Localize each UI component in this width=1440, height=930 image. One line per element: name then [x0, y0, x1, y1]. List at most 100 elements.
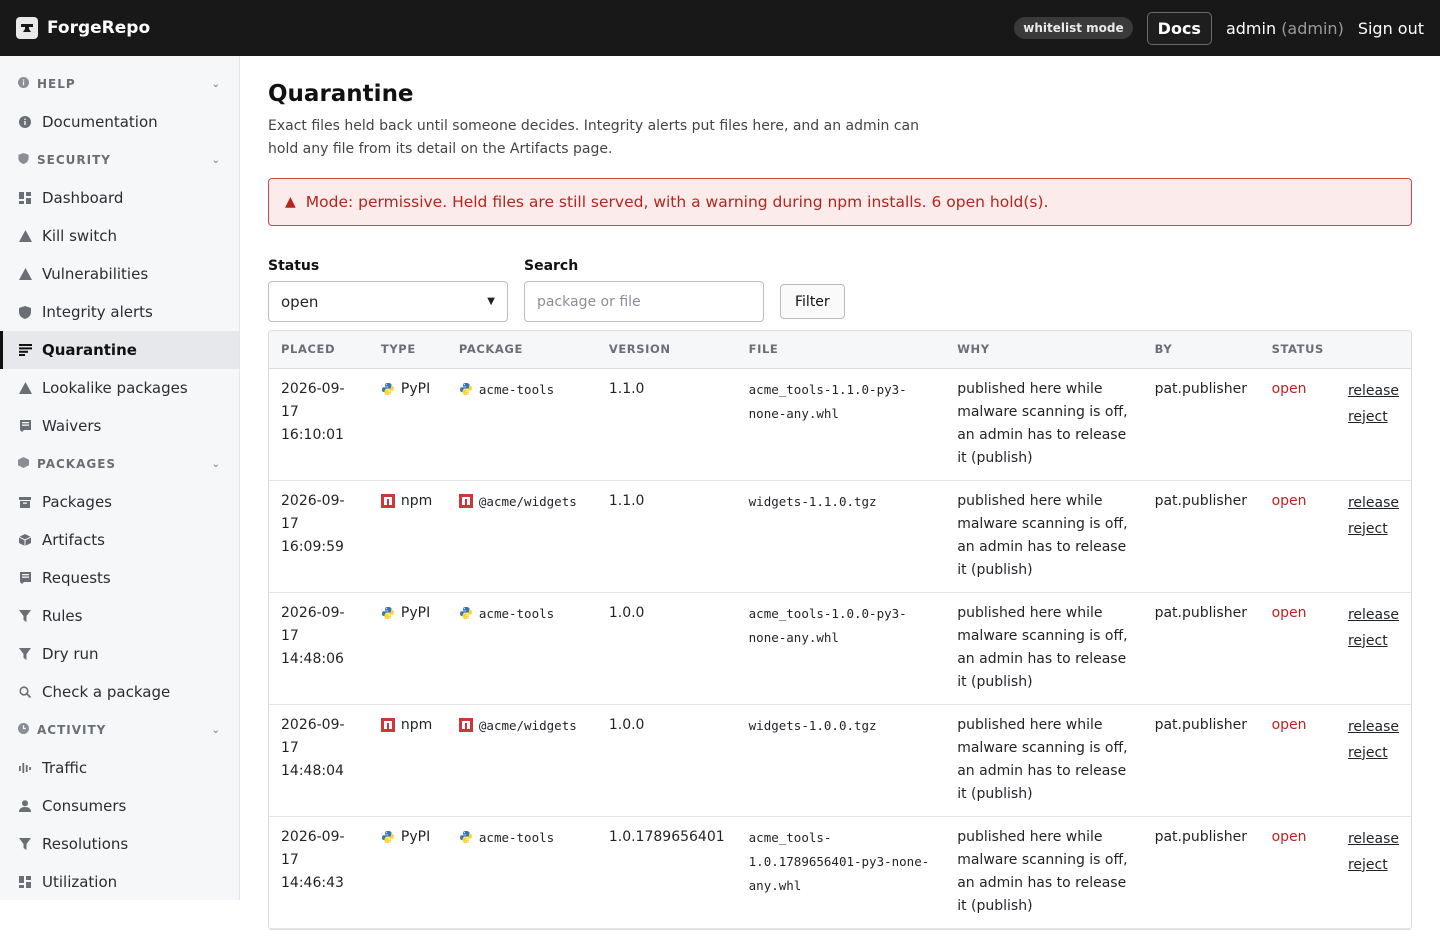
why-value: published here while malware scanning is…	[957, 492, 1128, 578]
reject-link[interactable]: reject	[1348, 852, 1399, 878]
release-link[interactable]: release	[1348, 602, 1399, 628]
sidebar-item-dry-run[interactable]: Dry run	[0, 635, 239, 673]
sidebar-item-check-a-package[interactable]: Check a package	[0, 673, 239, 711]
sidebar-item-documentation[interactable]: Documentation	[0, 103, 239, 141]
filter-button[interactable]: Filter	[780, 284, 845, 319]
clock-icon	[18, 723, 29, 737]
type-value: npm	[400, 716, 433, 733]
sidebar-item-integrity-alerts[interactable]: Integrity alerts	[0, 293, 239, 331]
reject-link[interactable]: reject	[1348, 404, 1399, 430]
package-value: acme-tools	[478, 381, 555, 397]
status-select[interactable]: open ▼	[268, 281, 508, 322]
why-value: published here while malware scanning is…	[957, 604, 1128, 690]
why-cell: published here while malware scanning is…	[945, 592, 1143, 705]
package-value: @acme/widgets	[478, 717, 577, 733]
page-title: Quarantine	[268, 81, 414, 107]
sidebar-item-lookalike-packages[interactable]: Lookalike packages	[0, 369, 239, 407]
chevron-down-icon: ⌄	[211, 154, 221, 166]
by-cell: pat.publisher	[1142, 592, 1260, 705]
user-name: admin	[1225, 18, 1277, 38]
sidebar-item-label: Check a package	[42, 683, 171, 701]
box-icon	[18, 457, 29, 471]
docs-button[interactable]: Docs	[1146, 11, 1212, 45]
column-header-status: STATUS	[1259, 331, 1336, 369]
sidebar-section-security[interactable]: SECURITY ⌄	[0, 141, 239, 179]
placed-cell: 2026-09-17 16:10:01	[269, 368, 369, 481]
sidebar-section-title: ACTIVITY	[37, 723, 107, 737]
reject-link[interactable]: reject	[1348, 516, 1399, 542]
top-bar: ForgeRepo whitelist mode Docs admin (adm…	[0, 0, 1440, 56]
sidebar-section-activity[interactable]: ACTIVITY ⌄	[0, 711, 239, 749]
column-header-actions	[1335, 331, 1411, 369]
release-link[interactable]: release	[1348, 378, 1399, 404]
sidebar-item-quarantine[interactable]: Quarantine	[0, 331, 239, 369]
sidebar-section-packages[interactable]: PACKAGES ⌄	[0, 445, 239, 483]
sidebar: HELP ⌄ Documentation SECURITY ⌄ Dashboard Kill…	[0, 56, 240, 900]
status-badge: open	[1271, 492, 1307, 509]
why-cell: published here while malware scanning is…	[945, 480, 1143, 593]
type-cell: PyPI	[368, 816, 447, 929]
sidebar-item-dashboard[interactable]: Dashboard	[0, 179, 239, 217]
why-value: published here while malware scanning is…	[957, 380, 1128, 466]
placed-cell: 2026-09-17 14:48:04	[269, 704, 369, 817]
pypi-icon	[459, 378, 473, 404]
file-value: widgets-1.0.0.tgz	[748, 717, 877, 733]
sidebar-item-vulnerabilities[interactable]: Vulnerabilities	[0, 255, 239, 293]
funnel-icon	[18, 648, 32, 660]
sidebar-item-traffic[interactable]: Traffic	[0, 749, 239, 787]
file-cell: acme_tools-1.1.0-py3-none-any.whl	[736, 368, 946, 481]
sidebar-item-label: Waivers	[42, 417, 102, 435]
chevron-down-icon: ⌄	[211, 78, 221, 90]
sidebar-item-label: Consumers	[42, 797, 127, 815]
version-cell: 1.0.0	[596, 704, 737, 817]
placed-value: 2026-09-17 14:48:04	[281, 716, 345, 779]
table-header-row: PLACED TYPE PACKAGE VERSION FILE WHY BY STATUS	[269, 331, 1411, 369]
type-value: PyPI	[400, 828, 431, 845]
document-icon	[18, 572, 32, 584]
package-cell: acme-tools	[446, 592, 597, 705]
sidebar-item-packages[interactable]: Packages	[0, 483, 239, 521]
release-link[interactable]: release	[1348, 714, 1399, 740]
sidebar-item-kill-switch[interactable]: Kill switch	[0, 217, 239, 255]
main-content: Quarantine Exact files held back until s…	[268, 56, 1412, 930]
anvil-logo-icon	[16, 17, 38, 39]
sign-out-link[interactable]: Sign out	[1358, 19, 1424, 38]
sidebar-item-requests[interactable]: Requests	[0, 559, 239, 597]
chevron-down-icon: ⌄	[211, 458, 221, 470]
sidebar-item-label: Rules	[42, 607, 83, 625]
file-value: widgets-1.1.0.tgz	[748, 493, 877, 509]
release-link[interactable]: release	[1348, 826, 1399, 852]
status-cell: open	[1259, 480, 1336, 593]
search-label: Search	[524, 258, 579, 274]
sidebar-item-artifacts[interactable]: Artifacts	[0, 521, 239, 559]
cube-icon	[18, 534, 32, 546]
sidebar-item-utilization[interactable]: Utilization	[0, 863, 239, 900]
sidebar-item-waivers[interactable]: Waivers	[0, 407, 239, 445]
sidebar-section-title: HELP	[37, 77, 76, 91]
placed-cell: 2026-09-17 16:09:59	[269, 480, 369, 593]
warning-icon	[18, 230, 32, 242]
package-value: @acme/widgets	[478, 493, 577, 509]
table-row: 2026-09-17 16:10:01 PyPI acme-tools 1.1.0 ac…	[269, 368, 1411, 481]
pypi-icon	[381, 378, 395, 404]
status-badge: open	[1271, 604, 1307, 621]
sidebar-item-rules[interactable]: Rules	[0, 597, 239, 635]
search-input[interactable]	[524, 281, 764, 322]
reject-link[interactable]: reject	[1348, 628, 1399, 654]
chevron-down-icon: ▼	[487, 296, 495, 307]
type-cell: npm	[368, 480, 447, 593]
sidebar-item-resolutions[interactable]: Resolutions	[0, 825, 239, 863]
search-icon	[18, 686, 32, 698]
sidebar-section-help[interactable]: HELP ⌄	[0, 65, 239, 103]
type-value: PyPI	[400, 604, 431, 621]
grid-icon	[18, 192, 32, 204]
version-value: 1.0.0	[608, 604, 645, 621]
by-cell: pat.publisher	[1142, 704, 1260, 817]
why-cell: published here while malware scanning is…	[945, 368, 1143, 481]
release-link[interactable]: release	[1348, 490, 1399, 516]
sidebar-item-consumers[interactable]: Consumers	[0, 787, 239, 825]
sidebar-section-title: SECURITY	[37, 153, 111, 167]
box-icon	[18, 496, 32, 508]
reject-link[interactable]: reject	[1348, 740, 1399, 766]
brand[interactable]: ForgeRepo	[16, 17, 150, 39]
